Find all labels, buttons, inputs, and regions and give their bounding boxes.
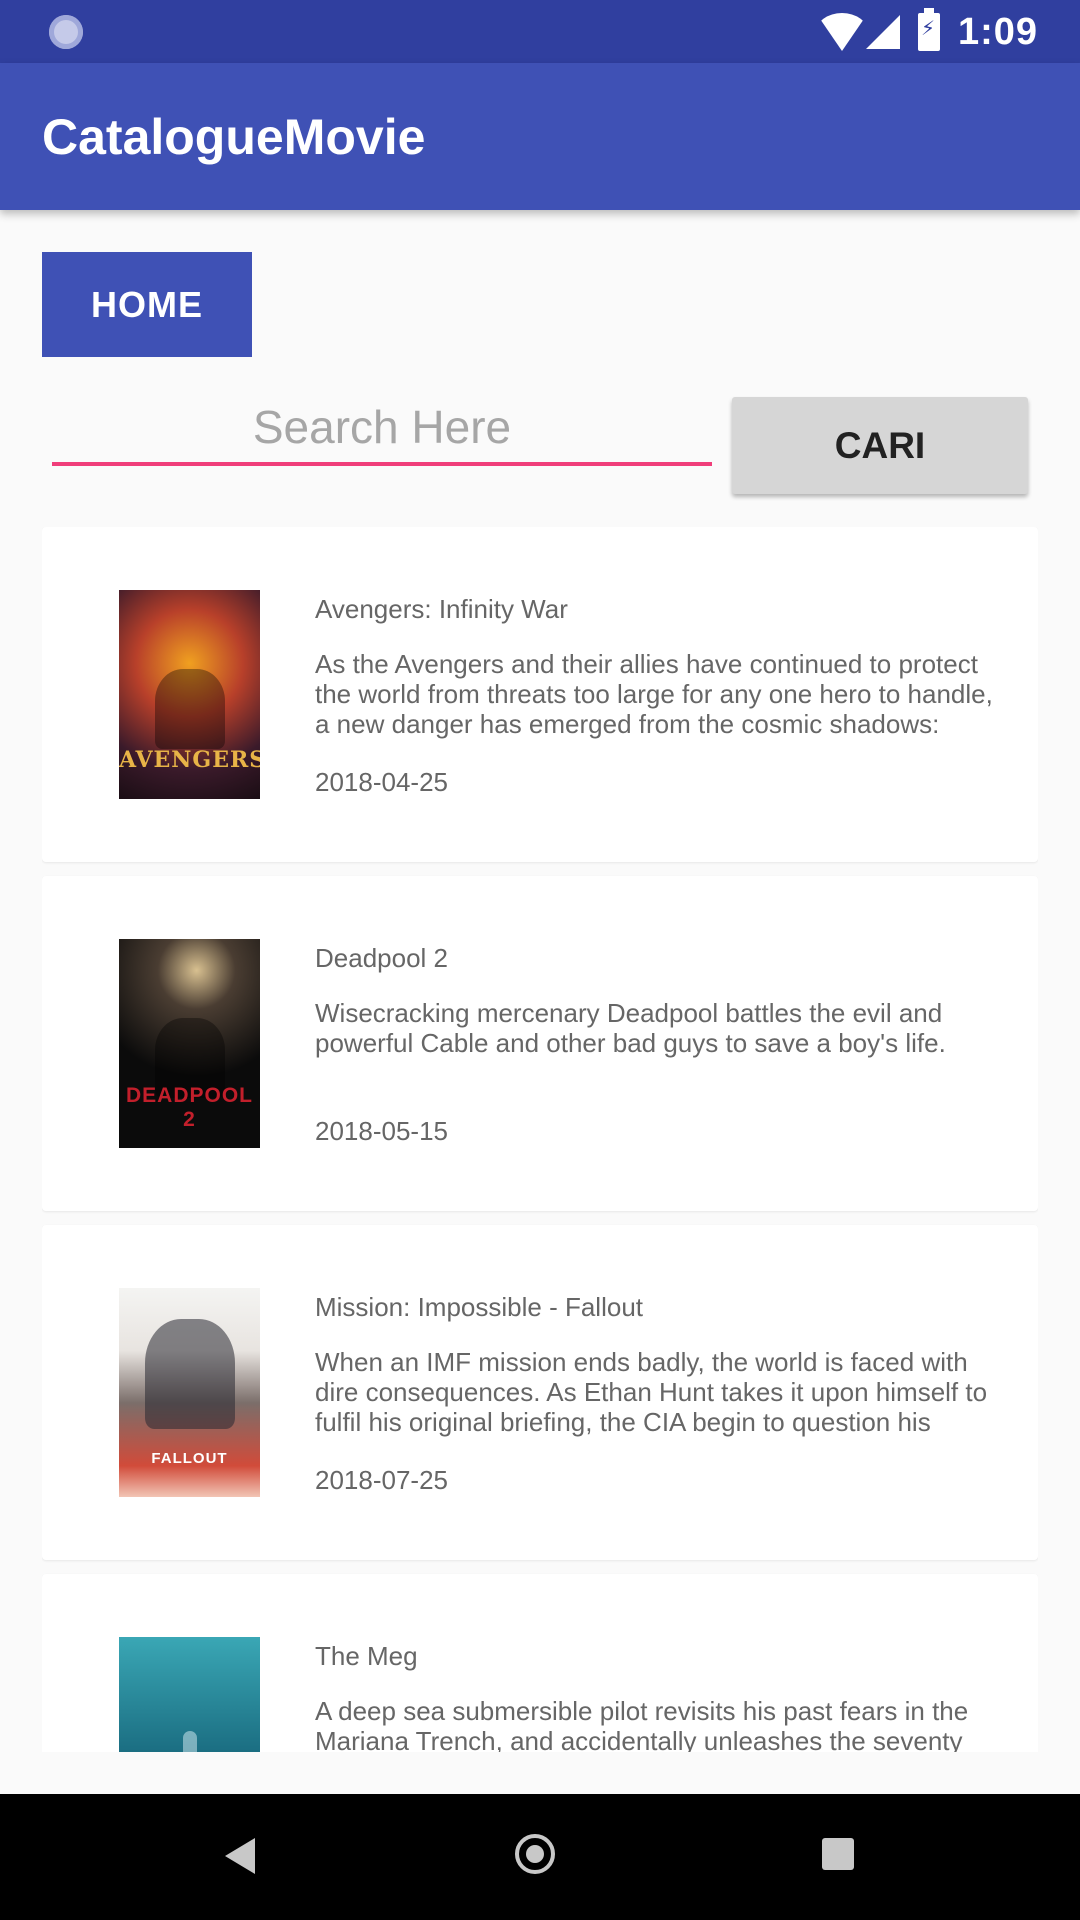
poster-art — [182, 1731, 197, 1752]
status-time: 1:09 — [957, 10, 1038, 53]
poster-art — [154, 669, 225, 750]
search-button[interactable]: CARI — [732, 397, 1028, 494]
poster-caption: AVENGERS — [119, 747, 260, 773]
movie-title: Deadpool 2 — [315, 943, 448, 973]
movie-release-date: 2018-05-15 — [315, 1116, 448, 1146]
movie-title: Mission: Impossible - Fallout — [315, 1292, 643, 1322]
movie-card[interactable]: The Meg A deep sea submersible pilot rev… — [42, 1574, 1038, 1752]
movie-poster — [119, 1637, 260, 1752]
movie-card[interactable]: AVENGERS Avengers: Infinity War As the A… — [42, 527, 1038, 862]
back-icon[interactable] — [225, 1838, 255, 1874]
movie-overview: A deep sea submersible pilot revisits hi… — [315, 1696, 969, 1752]
movie-list[interactable]: AVENGERS Avengers: Infinity War As the A… — [42, 527, 1038, 1752]
poster-caption: DEADPOOL 2 — [125, 1084, 253, 1131]
battery-charging-icon — [917, 8, 940, 51]
movie-poster: FALLOUT — [119, 1288, 260, 1497]
movie-title: The Meg — [315, 1641, 418, 1671]
movie-overview: When an IMF mission ends badly, the worl… — [315, 1347, 988, 1437]
status-bar: 1:09 — [0, 0, 1080, 63]
app-title: CatalogueMovie — [42, 109, 426, 165]
status-right-group: 1:09 — [815, 8, 1038, 54]
movie-card[interactable]: FALLOUT Mission: Impossible - Fallout Wh… — [42, 1225, 1038, 1560]
movie-release-date: 2018-07-25 — [315, 1465, 448, 1495]
poster-art — [144, 1319, 235, 1430]
movie-poster: DEADPOOL 2 — [119, 939, 260, 1148]
signal-icon — [865, 15, 900, 49]
home-button[interactable]: HOME — [42, 252, 252, 357]
movie-release-date: 2018-04-25 — [315, 767, 448, 797]
recents-icon[interactable] — [822, 1838, 854, 1870]
movie-poster: AVENGERS — [119, 590, 260, 799]
movie-card[interactable]: DEADPOOL 2 Deadpool 2 Wisecracking merce… — [42, 876, 1038, 1211]
loading-icon — [49, 15, 83, 49]
movie-title: Avengers: Infinity War — [315, 594, 568, 624]
app-bar: CatalogueMovie — [0, 63, 1080, 210]
movie-overview: Wisecracking mercenary Deadpool battles … — [315, 998, 946, 1058]
navigation-bar — [0, 1794, 1080, 1920]
movie-overview: As the Avengers and their allies have co… — [315, 649, 993, 739]
wifi-icon — [815, 13, 868, 51]
poster-caption: FALLOUT — [151, 1450, 228, 1467]
home-icon[interactable] — [515, 1834, 555, 1874]
search-input[interactable] — [52, 392, 712, 466]
